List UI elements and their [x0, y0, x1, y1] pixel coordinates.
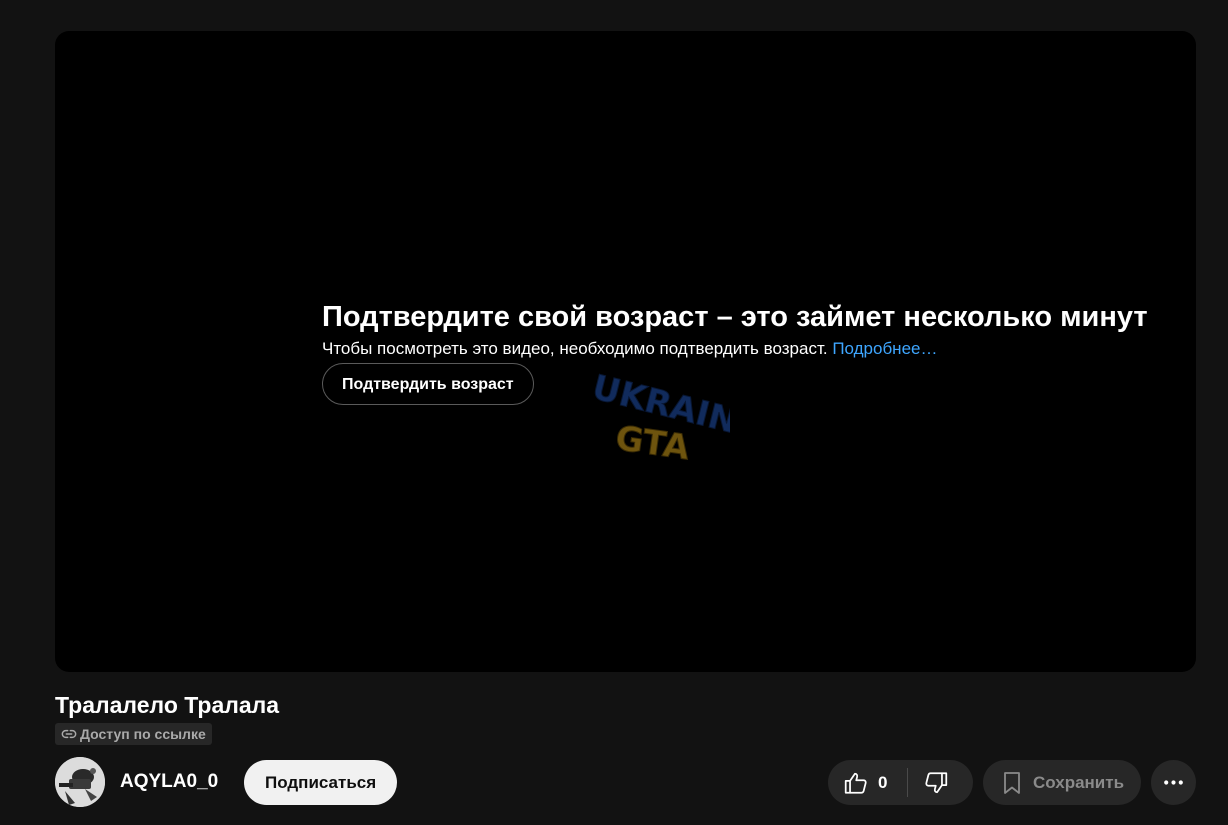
like-dislike-group: 0: [828, 760, 973, 805]
channel-avatar[interactable]: [55, 757, 105, 807]
learn-more-link[interactable]: Подробнее…: [832, 339, 937, 358]
more-horizontal-icon: [1164, 780, 1183, 785]
age-gate-description: Чтобы посмотреть это видео, необходимо п…: [322, 338, 1162, 360]
thumbs-up-icon: [844, 772, 867, 794]
dislike-button[interactable]: [908, 760, 973, 805]
confirm-age-button[interactable]: Подтвердить возраст: [322, 363, 534, 405]
like-count: 0: [878, 773, 888, 792]
thumbs-down-icon: [925, 772, 948, 794]
like-button[interactable]: 0: [828, 760, 907, 805]
access-badge: Доступ по ссылке: [55, 723, 212, 745]
video-player[interactable]: UKRAINE GTA Подтвердите свой возраст – э…: [55, 31, 1196, 672]
age-gate-description-text: Чтобы посмотреть это видео, необходимо п…: [322, 339, 828, 358]
subscribe-button[interactable]: Подписаться: [244, 760, 398, 805]
save-label: Сохранить: [1033, 773, 1125, 792]
age-gate-title: Подтвердите свой возраст – это займет не…: [322, 301, 1148, 333]
channel-name[interactable]: AQYLA0_0: [120, 770, 218, 794]
link-icon: [61, 729, 77, 739]
avatar-image: [55, 757, 105, 807]
age-verification-panel: Подтвердите свой возраст – это займет не…: [322, 299, 1162, 405]
watermark-logo: UKRAINE GTA: [588, 367, 730, 466]
watch-page: UKRAINE GTA Подтвердите свой возраст – э…: [0, 0, 1228, 825]
more-actions-button[interactable]: [1151, 760, 1196, 805]
video-title: Тралалело Тралала: [55, 692, 280, 718]
bookmark-icon: [1004, 772, 1020, 794]
save-button[interactable]: Сохранить: [983, 760, 1141, 805]
access-badge-label: Доступ по ссылке: [80, 726, 206, 742]
